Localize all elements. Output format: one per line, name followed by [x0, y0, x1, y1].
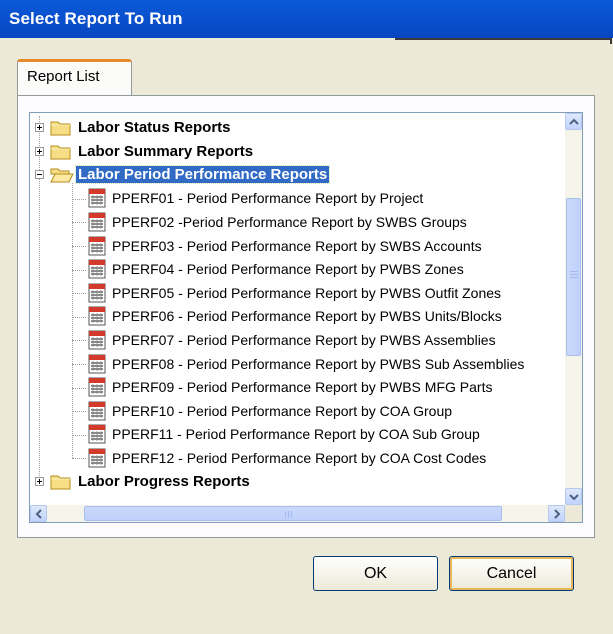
- vertical-scrollbar[interactable]: [565, 113, 582, 505]
- chevron-right-icon: [554, 509, 561, 519]
- tree-report-item[interactable]: PPERF05 - Period Performance Report by P…: [87, 281, 501, 304]
- cancel-button[interactable]: Cancel: [449, 556, 574, 591]
- tab-label: Report List: [27, 68, 100, 85]
- report-label: PPERF06 - Period Performance Report by P…: [112, 308, 502, 325]
- report-label: PPERF05 - Period Performance Report by P…: [112, 284, 502, 301]
- tree-connector: [72, 198, 86, 200]
- tree-connector: [72, 222, 86, 224]
- tree-folder[interactable]: Labor Progress Reports: [50, 470, 252, 493]
- folder-label: Labor Status Reports: [78, 119, 231, 136]
- tree-connector: [72, 340, 86, 342]
- tree-connector: [72, 411, 86, 413]
- tree-folder[interactable]: Labor Summary Reports: [50, 140, 255, 163]
- report-label: PPERF09 - Period Performance Report by P…: [112, 379, 493, 396]
- report-icon: [88, 354, 106, 373]
- collapse-toggle[interactable]: [35, 170, 44, 180]
- tree-connector: [72, 434, 86, 436]
- tree-connector: [72, 183, 73, 459]
- report-label: PPERF01 - Period Performance Report by P…: [112, 190, 424, 207]
- report-icon: [88, 401, 106, 421]
- report-icon: [88, 424, 106, 444]
- folder-icon: [50, 121, 71, 136]
- chevron-left-icon: [35, 509, 42, 519]
- chevron-up-icon: [569, 118, 579, 125]
- expand-toggle[interactable]: [35, 146, 44, 156]
- folder-icon: [50, 475, 71, 490]
- report-icon: [88, 212, 106, 232]
- tree-connector: [72, 364, 86, 365]
- report-icon: [88, 306, 106, 326]
- expand-toggle[interactable]: [35, 123, 44, 132]
- report-icon: [88, 448, 106, 468]
- tree-connector: [72, 387, 86, 389]
- horizontal-scrollbar[interactable]: [30, 505, 565, 522]
- report-icon: [88, 236, 106, 255]
- report-label: PPERF08 - Period Performance Report by P…: [112, 355, 525, 372]
- scroll-corner: [565, 505, 582, 522]
- tree-report-item[interactable]: PPERF12 - Period Performance Report by C…: [87, 446, 486, 469]
- report-icon: [88, 259, 106, 279]
- report-icon: [88, 188, 106, 208]
- report-tree[interactable]: Labor Status Reports Labor Summary Report…: [29, 112, 583, 523]
- horizontal-scroll-thumb[interactable]: [84, 506, 502, 521]
- tree-report-item[interactable]: PPERF01 - Period Performance Report by P…: [87, 187, 423, 210]
- folder-open-icon: [50, 168, 74, 183]
- scroll-left-button[interactable]: [30, 505, 47, 522]
- scroll-down-button[interactable]: [565, 488, 582, 505]
- report-icon: [88, 330, 106, 350]
- folder-label: Labor Summary Reports: [78, 142, 254, 160]
- scroll-up-button[interactable]: [565, 113, 582, 130]
- folder-icon: [50, 145, 71, 160]
- folder-label: Labor Progress Reports: [78, 473, 250, 490]
- tree-connector: [72, 246, 86, 247]
- report-icon: [88, 283, 106, 303]
- tree-report-item[interactable]: PPERF02 -Period Performance Report by SW…: [87, 210, 467, 233]
- tree-report-item[interactable]: PPERF03 - Period Performance Report by S…: [87, 234, 482, 257]
- report-label: PPERF03 - Period Performance Report by S…: [112, 237, 482, 254]
- report-label: PPERF04 - Period Performance Report by P…: [112, 261, 464, 278]
- report-label: PPERF12 - Period Performance Report by C…: [112, 449, 487, 466]
- tree-folder[interactable]: Labor Status Reports: [50, 116, 233, 139]
- report-label: PPERF10 - Period Performance Report by C…: [112, 402, 453, 419]
- report-icon: [88, 377, 106, 397]
- tree-report-item[interactable]: PPERF10 - Period Performance Report by C…: [87, 399, 452, 422]
- tree-report-item[interactable]: PPERF08 - Period Performance Report by P…: [87, 352, 524, 375]
- tree-connector: [72, 293, 86, 295]
- window-title: Select Report To Run: [9, 9, 183, 28]
- scroll-right-button[interactable]: [548, 505, 565, 522]
- expand-toggle[interactable]: [35, 477, 44, 486]
- tree-report-item[interactable]: PPERF04 - Period Performance Report by P…: [87, 258, 464, 281]
- report-label: PPERF02 -Period Performance Report by SW…: [112, 213, 467, 230]
- title-notch: [395, 38, 612, 44]
- tab-report-list[interactable]: Report List: [17, 59, 132, 95]
- tree-report-item[interactable]: PPERF07 - Period Performance Report by P…: [87, 328, 496, 351]
- tree-connector: [72, 269, 86, 271]
- tree-report-item[interactable]: PPERF06 - Period Performance Report by P…: [87, 305, 502, 328]
- tree-folder-selected[interactable]: Labor Period Performance Reports: [50, 163, 331, 186]
- tree-report-item[interactable]: PPERF09 - Period Performance Report by P…: [87, 376, 492, 399]
- vertical-scroll-thumb[interactable]: [566, 198, 581, 356]
- tree-connector: [72, 316, 86, 318]
- chevron-down-icon: [569, 494, 579, 501]
- report-label: PPERF11 - Period Performance Report by C…: [112, 426, 480, 443]
- tree-connector: [72, 458, 86, 460]
- title-bar: Select Report To Run: [0, 0, 613, 38]
- tree-report-item[interactable]: PPERF11 - Period Performance Report by C…: [87, 423, 480, 446]
- report-label: PPERF07 - Period Performance Report by P…: [112, 331, 496, 348]
- ok-button[interactable]: OK: [313, 556, 438, 591]
- folder-label: Labor Period Performance Reports: [74, 165, 331, 185]
